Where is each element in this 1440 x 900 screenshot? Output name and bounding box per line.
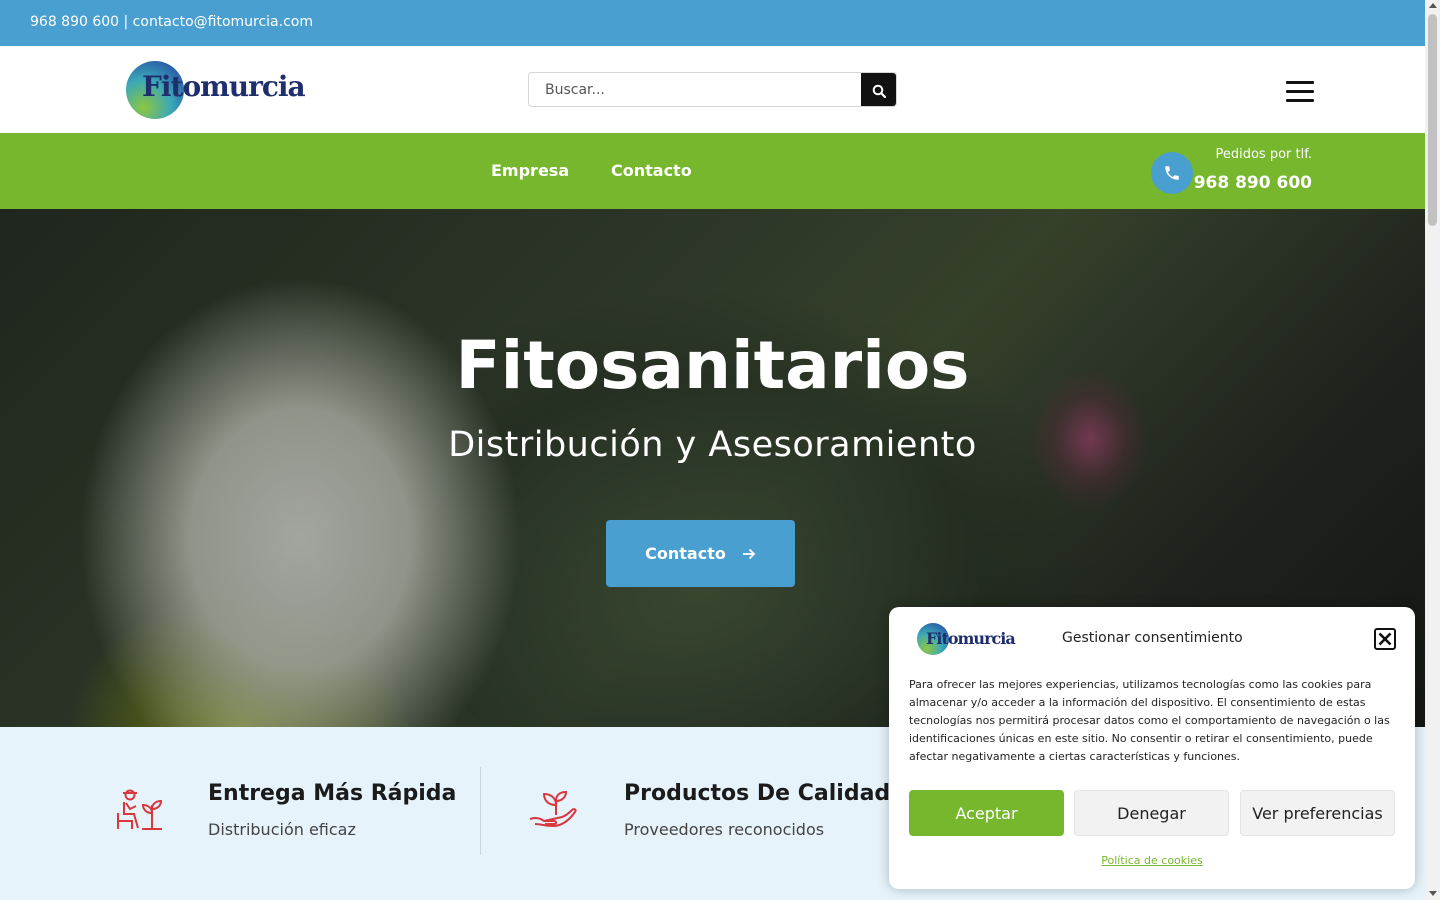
- hero-contact-button[interactable]: Contacto: [606, 520, 795, 587]
- cookie-logo-wordmark: Fitomurcia: [926, 629, 1016, 648]
- top-contact-bar: 968 890 600 | contacto@fitomurcia.com: [0, 0, 1425, 46]
- hero-contact-label: Contacto: [645, 544, 726, 563]
- deny-button[interactable]: Denegar: [1074, 790, 1229, 836]
- nav-item-contacto[interactable]: Contacto: [611, 161, 692, 180]
- scroll-down-arrow-icon[interactable]: [1429, 891, 1437, 896]
- phone-number[interactable]: 968 890 600: [1194, 173, 1312, 193]
- scrollbar-thumb[interactable]: [1428, 14, 1437, 226]
- search-input[interactable]: [529, 73, 863, 106]
- hero-subtitle: Distribución y Asesoramiento: [448, 425, 977, 465]
- close-glyph: [1378, 632, 1392, 646]
- page-scrollbar[interactable]: [1425, 0, 1440, 900]
- hamburger-icon[interactable]: [1286, 81, 1314, 103]
- feature-divider: [480, 767, 481, 855]
- cookie-title: Gestionar consentimiento: [1062, 630, 1243, 646]
- worker-plant-icon: [117, 789, 163, 830]
- cookie-policy-link[interactable]: Política de cookies: [889, 854, 1395, 867]
- main-nav: Empresa Contacto Pedidos por tlf. 968 89…: [0, 133, 1425, 209]
- search-form: [528, 72, 897, 107]
- scroll-up-arrow-icon[interactable]: [1429, 3, 1437, 8]
- arrow-right-icon: [742, 548, 756, 559]
- search-button[interactable]: [861, 73, 896, 106]
- feature-title: Productos De Calidad: [624, 781, 891, 806]
- phone-icon[interactable]: [1151, 152, 1193, 194]
- site-logo[interactable]: Fitomurcia: [126, 60, 306, 120]
- nav-item-empresa[interactable]: Empresa: [491, 161, 569, 180]
- phone-glyph: [1165, 166, 1179, 180]
- site-header: Fitomurcia: [0, 46, 1425, 133]
- hero-title: Fitosanitarios: [455, 327, 970, 404]
- top-contact-text[interactable]: 968 890 600 | contacto@fitomurcia.com: [30, 14, 313, 30]
- feature-title: Entrega Más Rápida: [208, 781, 457, 806]
- feature-subtitle: Distribución eficaz: [208, 820, 356, 839]
- accept-button[interactable]: Aceptar: [909, 790, 1064, 836]
- cookie-logo: Fitomurcia: [917, 623, 1016, 655]
- logo-wordmark: Fitomurcia: [142, 70, 306, 103]
- search-icon: [872, 84, 886, 98]
- feature-subtitle: Proveedores reconocidos: [624, 820, 825, 839]
- phone-caption: Pedidos por tlf.: [1215, 147, 1312, 162]
- hand-sprout-icon: [529, 790, 577, 828]
- preferences-button[interactable]: Ver preferencias: [1240, 790, 1395, 836]
- cookie-consent-dialog: Fitomurcia Gestionar consentimiento Para…: [889, 607, 1415, 889]
- cookie-description: Para ofrecer las mejores experiencias, u…: [909, 678, 1390, 763]
- close-icon[interactable]: [1374, 628, 1396, 650]
